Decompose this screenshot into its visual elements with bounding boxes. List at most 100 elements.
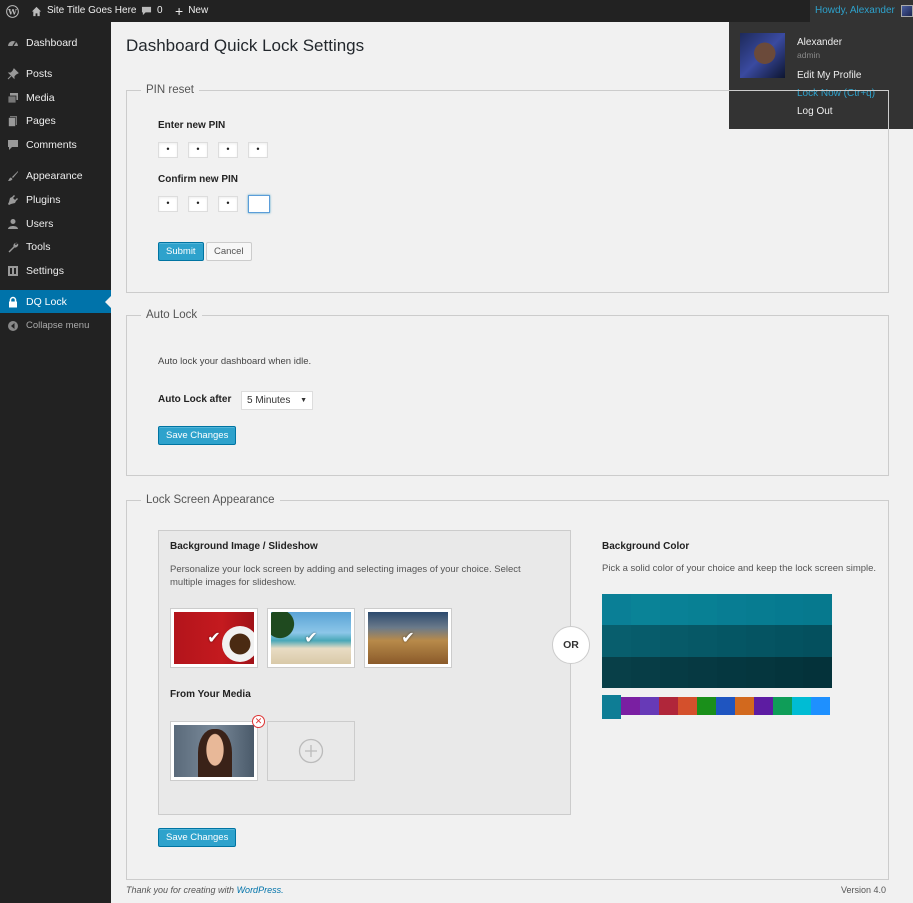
lock-icon [6,295,20,309]
palette-swatch[interactable] [716,697,735,715]
appearance-save-button[interactable]: Save Changes [158,828,237,847]
auto-lock-description: Auto lock your dashboard when idle. [158,356,312,367]
palette-swatch[interactable] [602,695,621,719]
users-icon [6,217,20,231]
remove-media-icon[interactable]: ✕ [252,715,265,728]
color-swatch[interactable] [688,625,717,657]
sidebar-item-label: Plugins [26,193,61,206]
color-swatch[interactable] [745,656,775,688]
sidebar-item-dashboard[interactable]: Dashboard [0,31,111,54]
auto-lock-save-button[interactable]: Save Changes [158,426,237,445]
confirm-pin-digit-3[interactable]: • [218,196,238,212]
color-swatch[interactable] [659,594,689,626]
color-swatch[interactable] [602,656,631,688]
palette-swatch[interactable] [640,697,659,715]
bg-thumb-coffee[interactable]: ✔ [170,608,258,668]
home-icon [31,6,42,17]
color-swatch[interactable] [745,625,775,657]
sidebar-item-settings[interactable]: Settings [0,259,111,282]
palette-swatch[interactable] [792,697,811,715]
cancel-button[interactable]: Cancel [206,242,252,261]
palette-swatch[interactable] [659,697,678,715]
sidebar-item-label: Media [26,91,55,104]
new-label: New [188,5,209,16]
color-palette-strip[interactable] [602,695,830,719]
sidebar-item-pages[interactable]: Pages [0,109,111,132]
auto-lock-selected-value: 5 Minutes [247,395,291,406]
sidebar-item-media[interactable]: Media [0,86,111,109]
enter-pin-digit-3[interactable]: • [218,142,238,158]
color-swatch[interactable] [602,625,631,657]
palette-swatch[interactable] [811,697,830,715]
sidebar-item-comments[interactable]: Comments [0,133,111,156]
enter-pin-digit-2[interactable]: • [188,142,208,158]
confirm-pin-digit-2[interactable]: • [188,196,208,212]
color-swatch[interactable] [803,594,832,626]
palette-swatch[interactable] [697,697,716,715]
color-swatch[interactable] [803,656,832,688]
media-thumb-portrait[interactable] [170,721,258,781]
main-content: Dashboard Quick Lock Settings PIN reset … [111,22,913,903]
color-swatch[interactable] [630,656,660,688]
collapse-menu-button[interactable]: Collapse menu [0,314,111,337]
brush-icon [6,169,20,183]
confirm-pin-digit-4[interactable] [248,195,270,213]
color-swatch[interactable] [602,594,631,626]
bg-image-title: Background Image / Slideshow [170,541,318,552]
color-swatch[interactable] [717,625,746,657]
dashboard-icon [6,36,20,50]
palette-swatch[interactable] [754,697,773,715]
sidebar-item-plugins[interactable]: Plugins [0,188,111,211]
bg-thumb-beach[interactable]: ✔ [267,608,355,668]
sidebar-item-appearance[interactable]: Appearance [0,164,111,187]
enter-pin-digit-4[interactable]: • [248,142,268,158]
bg-thumb-pebbles[interactable]: ✔ [364,608,452,668]
sidebar-item-tools[interactable]: Tools [0,235,111,258]
selected-check-icon: ✔ [207,630,221,647]
palette-swatch[interactable] [735,697,754,715]
sidebar-item-dq-lock[interactable]: DQ Lock [0,290,111,313]
palette-swatch[interactable] [678,697,697,715]
bg-color-description: Pick a solid color of your choice and ke… [602,563,877,574]
color-swatch[interactable] [803,625,832,657]
collapse-icon [6,319,20,333]
site-title-link[interactable]: Site Title Goes Here [31,0,136,22]
color-swatch[interactable] [774,625,804,657]
comments-link[interactable]: 0 [141,0,163,22]
submit-button[interactable]: Submit [158,242,204,261]
sidebar-item-label: Dashboard [26,36,78,49]
color-swatch[interactable] [745,594,775,626]
color-swatch[interactable] [659,656,689,688]
wordpress-logo-icon[interactable]: W [6,0,19,22]
add-media-button[interactable] [267,721,355,781]
svg-text:W: W [7,7,17,16]
or-divider: OR [552,626,590,664]
color-shade-grid[interactable] [602,594,832,688]
color-swatch[interactable] [688,594,717,626]
enter-pin-digit-1[interactable]: • [158,142,178,158]
color-swatch[interactable] [630,625,660,657]
bg-color-title: Background Color [602,541,690,552]
palette-swatch[interactable] [773,697,792,715]
footer-credit: Thank you for creating with WordPress. [126,885,284,895]
color-swatch[interactable] [630,594,660,626]
selected-check-icon: ✔ [401,630,415,647]
color-swatch[interactable] [659,625,689,657]
sidebar-item-posts[interactable]: Posts [0,62,111,85]
color-swatch[interactable] [774,656,804,688]
pin-reset-legend: PIN reset [146,84,194,96]
color-swatch[interactable] [774,594,804,626]
sidebar-item-label: Comments [26,138,77,151]
auto-lock-duration-select[interactable]: 5 Minutes ▼ [241,391,313,410]
confirm-pin-digit-1[interactable]: • [158,196,178,212]
new-content-link[interactable]: + New [175,0,208,22]
palette-swatch[interactable] [621,697,640,715]
color-swatch[interactable] [688,656,717,688]
pin-icon [6,67,20,81]
wordpress-link[interactable]: WordPress. [237,885,284,895]
color-swatch[interactable] [717,594,746,626]
color-swatch[interactable] [717,656,746,688]
my-account-link[interactable]: Howdy, Alexander [810,0,913,22]
sidebar-item-users[interactable]: Users [0,212,111,235]
admin-bar: W Site Title Goes Here 0 + New Howdy, Al… [0,0,913,22]
